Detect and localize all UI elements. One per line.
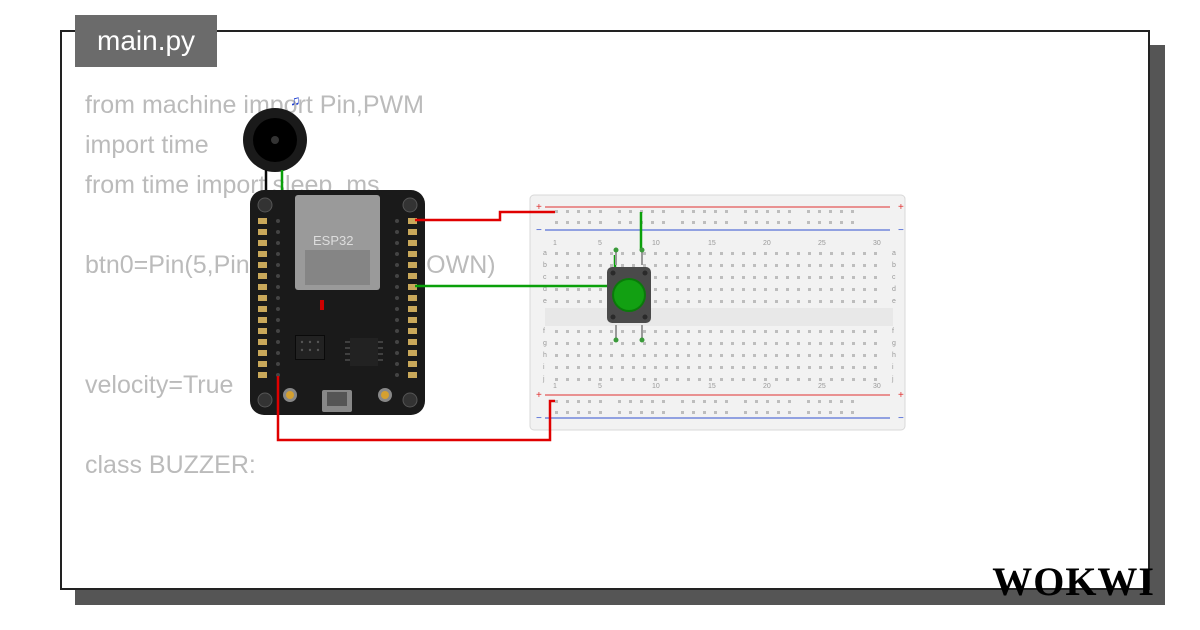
bb-row: h bbox=[543, 352, 547, 359]
bb-col-num: 15 bbox=[708, 383, 716, 390]
bb-col-num: 15 bbox=[708, 240, 716, 247]
bb-col-num: 1 bbox=[553, 240, 557, 247]
bb-row: g bbox=[892, 340, 896, 347]
buzzer-component[interactable] bbox=[243, 108, 307, 172]
svg-text:+: + bbox=[898, 202, 904, 213]
bb-col-num: 30 bbox=[873, 383, 881, 390]
esp32-board[interactable]: ESP32 bbox=[250, 190, 425, 415]
bb-row: d bbox=[892, 286, 896, 293]
bb-row: a bbox=[543, 250, 547, 257]
bb-col-num: 25 bbox=[818, 383, 826, 390]
bb-col-num: 5 bbox=[598, 240, 602, 247]
bb-row: h bbox=[892, 352, 896, 359]
bb-col-num: 10 bbox=[652, 383, 660, 390]
filename-tab: main.py bbox=[75, 15, 217, 67]
bb-col-num: 30 bbox=[873, 240, 881, 247]
bb-row: b bbox=[543, 262, 547, 269]
bb-col-num: 25 bbox=[818, 240, 826, 247]
bb-col-num: 20 bbox=[763, 383, 771, 390]
brand-logo: WOKWI bbox=[992, 558, 1155, 605]
simulator-canvas[interactable]: ♫ ESP32 bbox=[210, 90, 930, 490]
chip-label: ESP32 bbox=[313, 233, 353, 248]
bb-row: a bbox=[892, 250, 896, 257]
bb-row: f bbox=[892, 328, 894, 335]
bb-row: j bbox=[891, 376, 894, 383]
bb-row: c bbox=[892, 274, 896, 281]
svg-text:+: + bbox=[898, 390, 904, 401]
svg-text:−: − bbox=[898, 413, 904, 424]
svg-text:−: − bbox=[536, 225, 542, 236]
led-red-icon bbox=[320, 300, 324, 310]
bb-col-num: 5 bbox=[598, 383, 602, 390]
bb-col-num: 1 bbox=[553, 383, 557, 390]
bb-row: e bbox=[892, 298, 896, 305]
bb-row: f bbox=[543, 328, 545, 335]
svg-text:−: − bbox=[536, 413, 542, 424]
bb-row: b bbox=[892, 262, 896, 269]
breadboard[interactable]: ++ −− ++ −− bbox=[530, 195, 905, 430]
bb-row: e bbox=[543, 298, 547, 305]
music-note-icon: ♫ bbox=[290, 92, 301, 108]
bb-col-num: 20 bbox=[763, 240, 771, 247]
svg-text:+: + bbox=[536, 390, 542, 401]
bb-row: j bbox=[542, 376, 545, 383]
bb-row: g bbox=[543, 340, 547, 347]
svg-text:−: − bbox=[898, 225, 904, 236]
bb-col-num: 10 bbox=[652, 240, 660, 247]
bb-row: c bbox=[543, 274, 547, 281]
code-line: import time bbox=[85, 131, 209, 159]
